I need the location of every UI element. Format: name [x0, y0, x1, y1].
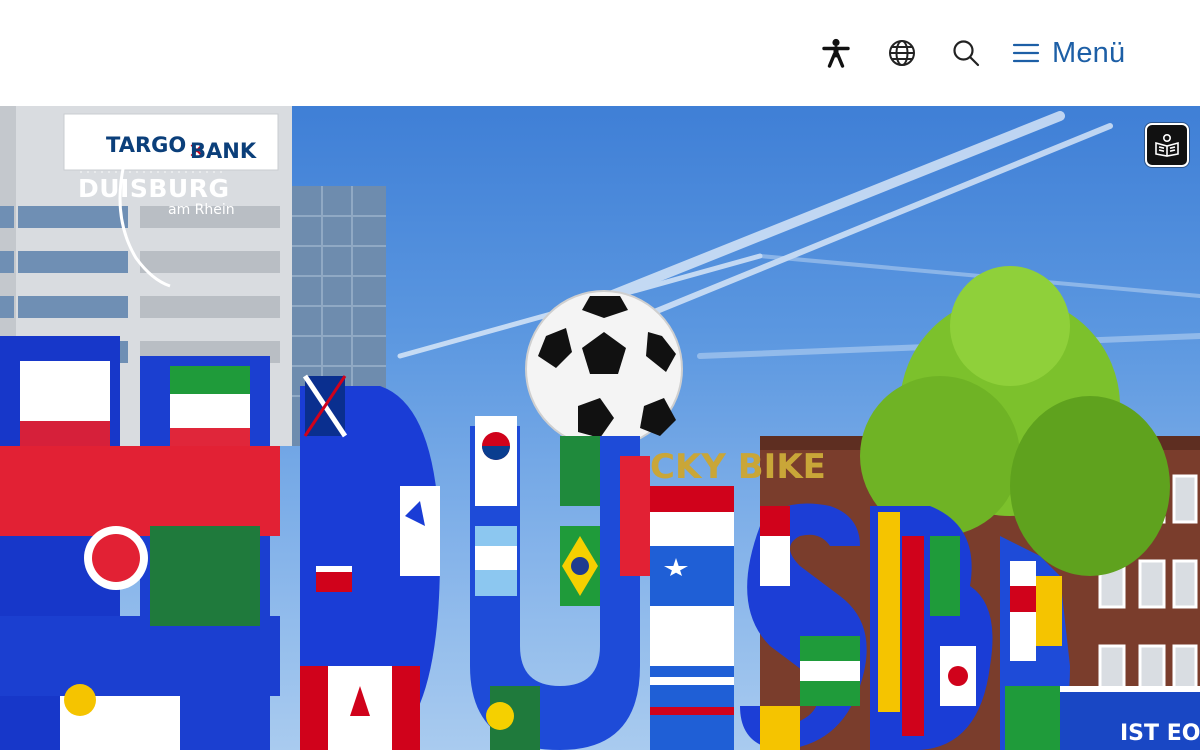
targo-sign-left: TARGO: [106, 133, 186, 157]
fan-zone-container: IST EOUI: [1060, 686, 1200, 750]
globe-icon: [889, 40, 915, 66]
accessibility-button[interactable]: [816, 30, 856, 76]
logo-wordmark: DUISBURG: [78, 174, 230, 203]
search-icon: [953, 40, 980, 67]
football: [525, 290, 683, 448]
easy-language-button[interactable]: [1145, 123, 1189, 167]
accessibility-person-icon: [822, 38, 850, 68]
language-button[interactable]: [882, 30, 922, 76]
menu-label: Menü: [1052, 36, 1126, 69]
hero-image: TARGO ✕ BANK CKY BIKE IST EO DUISBURG am…: [0, 106, 1200, 750]
search-button[interactable]: [946, 30, 986, 76]
menu-button[interactable]: Menü: [1012, 30, 1140, 76]
hamburger-icon: [1012, 43, 1040, 63]
container-text: IST EOUI: [1120, 721, 1200, 746]
duisburg-logo[interactable]: DUISBURG am Rhein: [72, 158, 252, 298]
easy-language-book-icon: [1155, 133, 1179, 157]
contrails: [397, 111, 1200, 359]
logo-subline: am Rhein: [168, 202, 235, 218]
site-header: Menü: [0, 0, 1200, 106]
bike-shop-sign: CKY BIKE: [650, 447, 826, 487]
